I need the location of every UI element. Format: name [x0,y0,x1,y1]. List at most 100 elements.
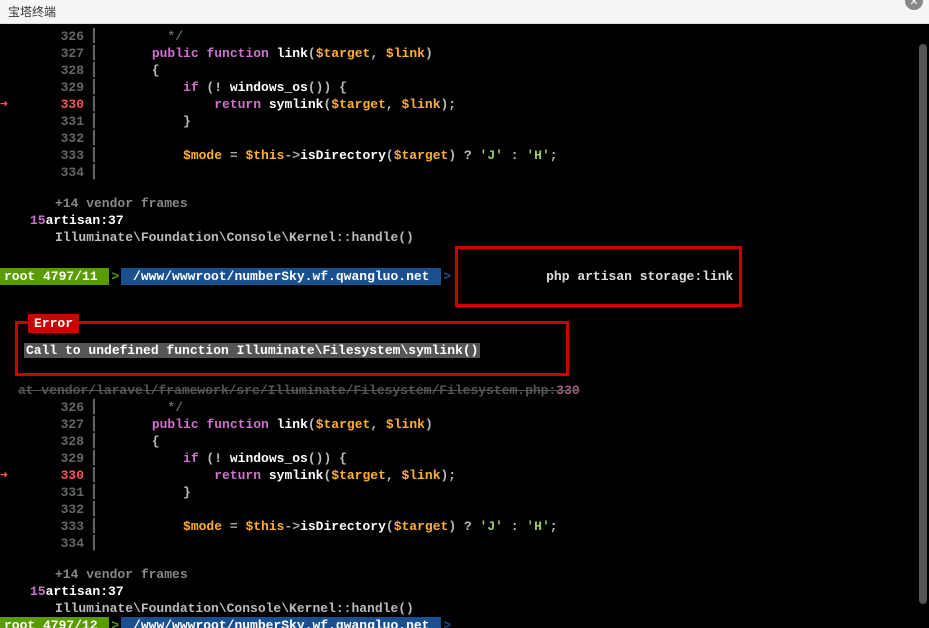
prompt-path: /www/wwwroot/numberSky.wf.qwangluo.net [121,268,441,285]
arrow-icon [0,535,20,552]
error-highlight-box: Error Call to undefined function Illumin… [15,321,569,376]
code-line: 329┃ if (! windows_os()) { [0,450,909,467]
scrollbar-thumb[interactable] [919,44,927,604]
close-icon[interactable]: ✕ [905,0,923,10]
line-number: 331 [20,113,90,130]
line-number: 331 [20,484,90,501]
error-at-line: at vendor/laravel/framework/src/Illumina… [0,382,909,399]
code-content: } [105,113,191,130]
prompt-line-1: root 4797/11 > /www/wwwroot/numberSky.wf… [0,246,909,307]
code-line: 328┃ { [0,433,909,450]
line-number: 334 [20,535,90,552]
code-line: 333┃ $mode = $this->isDirectory($target)… [0,147,909,164]
code-content: public function link($target, $link) [105,416,433,433]
terminal-content: 326┃ */327┃ public function link($target… [0,28,929,628]
arrow-icon [0,399,20,416]
gutter-pipe: ┃ [90,96,105,113]
code-line: 326┃ */ [0,399,909,416]
code-content: */ [105,399,183,416]
gutter-pipe: ┃ [90,433,105,450]
code-content: return symlink($target, $link); [105,96,456,113]
arrow-icon [0,62,20,79]
gutter-pipe: ┃ [90,79,105,96]
terminal-body[interactable]: 326┃ */327┃ public function link($target… [0,24,929,628]
code-block-2: 326┃ */327┃ public function link($target… [0,399,909,552]
arrow-icon [0,130,20,147]
gutter-pipe: ┃ [90,45,105,62]
chevron-icon: > [441,268,453,285]
code-line: ➜330┃ return symlink($target, $link); [0,467,909,484]
command-text: php artisan storage:link [542,269,733,284]
code-content: if (! windows_os()) { [105,450,347,467]
arrow-icon [0,416,20,433]
gutter-pipe: ┃ [90,467,105,484]
arrow-icon [0,147,20,164]
arrow-icon [0,164,20,181]
gutter-pipe: ┃ [90,416,105,433]
code-line: 326┃ */ [0,28,909,45]
artisan-ref: artisan:37 [46,212,124,229]
frame-line-1: 15 artisan:37 [0,212,909,229]
gutter-pipe: ┃ [90,113,105,130]
window-title: 宝塔终端 [8,3,56,20]
code-content: if (! windows_os()) { [105,79,347,96]
line-number: 332 [20,501,90,518]
code-content: { [105,433,160,450]
code-line: 329┃ if (! windows_os()) { [0,79,909,96]
artisan-ref: artisan:37 [46,583,124,600]
arrow-icon [0,501,20,518]
code-line: ➜330┃ return symlink($target, $link); [0,96,909,113]
arrow-icon [0,484,20,501]
gutter-pipe: ┃ [90,518,105,535]
code-line: 327┃ public function link($target, $link… [0,45,909,62]
code-line: 334┃ [0,535,909,552]
line-number: 326 [20,28,90,45]
gutter-pipe: ┃ [90,28,105,45]
gutter-pipe: ┃ [90,399,105,416]
code-content: } [105,484,191,501]
line-number: 330 [20,467,90,484]
frame-line-2: 15 artisan:37 [0,583,909,600]
prompt-user: root 4797/11 [0,268,109,285]
arrow-icon [0,45,20,62]
error-at-path: at vendor/laravel/framework/src/Illumina… [18,383,556,398]
prompt-line-2[interactable]: root 4797/12 > /www/wwwroot/numberSky.wf… [0,617,909,628]
code-content: $mode = $this->isDirectory($target) ? 'J… [105,518,558,535]
line-number: 330 [20,96,90,113]
code-line: 327┃ public function link($target, $link… [0,416,909,433]
line-number: 332 [20,130,90,147]
vendor-frames-2: +14 vendor frames [0,566,909,583]
line-number: 333 [20,147,90,164]
line-number: 327 [20,45,90,62]
code-line: 331┃ } [0,484,909,501]
code-line: 333┃ $mode = $this->isDirectory($target)… [0,518,909,535]
chevron-icon: > [109,617,121,628]
frame-number: 15 [0,212,46,229]
code-content: return symlink($target, $link); [105,467,456,484]
prompt-user: root 4797/12 [0,617,109,628]
gutter-pipe: ┃ [90,147,105,164]
command-highlight-box: php artisan storage:link [455,246,742,307]
frame-number: 15 [0,583,46,600]
code-line: 332┃ [0,130,909,147]
code-line: 332┃ [0,501,909,518]
code-line: 334┃ [0,164,909,181]
line-number: 328 [20,433,90,450]
arrow-icon [0,450,20,467]
arrow-icon: ➜ [0,467,20,484]
gutter-pipe: ┃ [90,484,105,501]
kernel-handle-1: Illuminate\Foundation\Console\Kernel::ha… [0,229,909,246]
gutter-pipe: ┃ [90,164,105,181]
gutter-pipe: ┃ [90,501,105,518]
terminal-window: 宝塔终端 ✕ 326┃ */327┃ public function link(… [0,0,929,628]
error-message: Call to undefined function Illuminate\Fi… [24,343,480,358]
line-number: 333 [20,518,90,535]
arrow-icon [0,113,20,130]
arrow-icon [0,79,20,96]
line-number: 328 [20,62,90,79]
chevron-icon: > [441,617,453,628]
prompt-path: /www/wwwroot/numberSky.wf.qwangluo.net [121,617,441,628]
line-number: 329 [20,450,90,467]
code-line: 328┃ { [0,62,909,79]
vendor-frames-1: +14 vendor frames [0,195,909,212]
